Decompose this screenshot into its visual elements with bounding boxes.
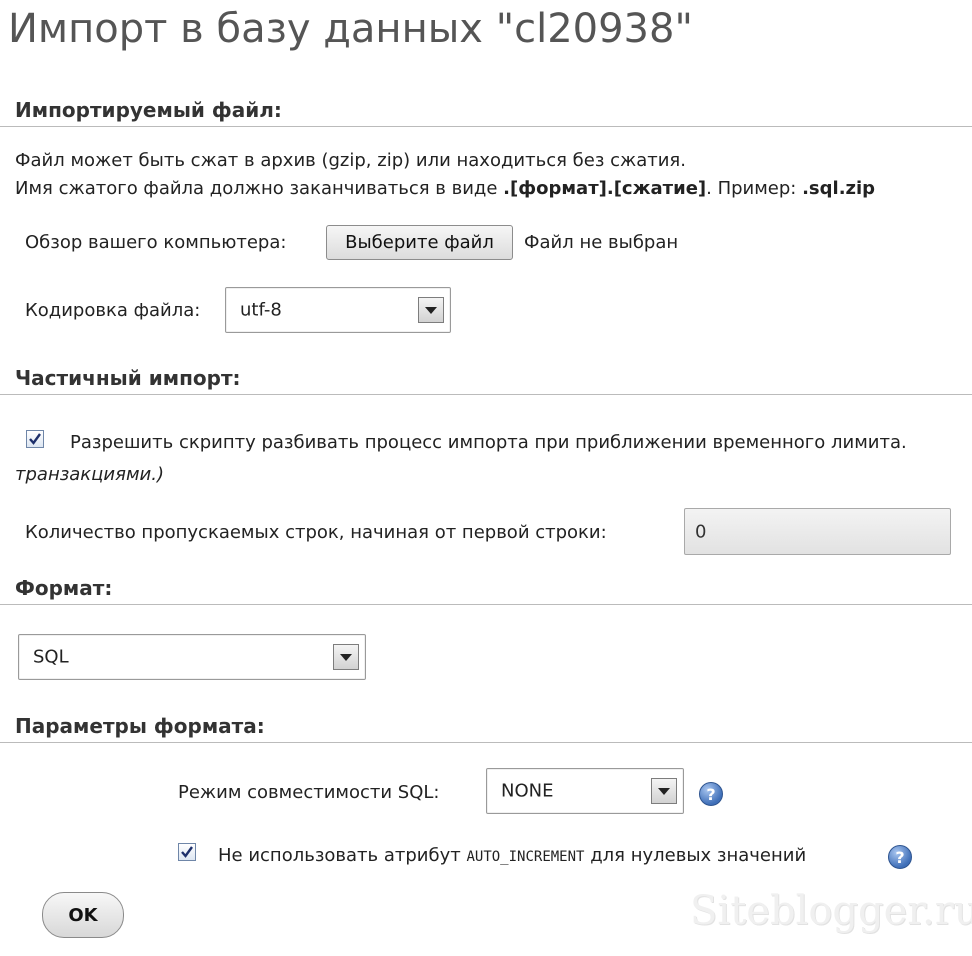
cut-off-text: транзакциями.)	[15, 464, 164, 485]
no-file-text: Файл не выбран	[524, 232, 679, 253]
compression-info-line1: Файл может быть сжат в архив (gzip, zip)…	[15, 150, 686, 171]
compression-info-line2: Имя сжатого файла должно заканчиваться в…	[15, 178, 875, 199]
page-title: Импорт в базу данных "cl20938"	[8, 6, 693, 52]
checkmark-icon	[181, 846, 193, 858]
help-icon[interactable]: ?	[699, 782, 723, 806]
format-value: SQL	[33, 646, 69, 668]
format-pattern: .[формат].[сжатие]	[503, 178, 707, 199]
encoding-label: Кодировка файла:	[25, 300, 201, 321]
info-text: Имя сжатого файла должно заканчиваться в…	[15, 178, 504, 199]
section-heading: Формат:	[15, 576, 113, 600]
section-heading: Частичный импорт:	[15, 366, 241, 390]
section-format: Формат:	[0, 572, 972, 605]
help-icon[interactable]: ?	[888, 845, 912, 869]
sql-compat-label: Режим совместимости SQL:	[178, 782, 440, 803]
section-format-options: Параметры формата:	[0, 710, 972, 743]
example-extension: .sql.zip	[802, 178, 876, 199]
no-auto-increment-checkbox[interactable]	[178, 843, 196, 861]
info-text: . Пример:	[706, 178, 803, 199]
chevron-down-icon	[418, 297, 444, 323]
label-text: для нулевых значений	[584, 845, 807, 866]
encoding-select[interactable]: utf-8	[225, 287, 451, 333]
encoding-value: utf-8	[240, 299, 282, 321]
label-text: Не использовать атрибут	[218, 845, 467, 866]
sql-compat-value: NONE	[501, 780, 554, 802]
allow-interrupt-checkbox[interactable]	[26, 430, 44, 448]
watermark: Siteblogger.ru	[690, 888, 972, 934]
chevron-down-icon	[333, 644, 359, 670]
checkmark-icon	[29, 433, 41, 445]
section-import-file: Импортируемый файл:	[0, 94, 972, 127]
chevron-down-icon	[651, 778, 677, 804]
section-partial-import: Частичный импорт:	[0, 362, 972, 395]
format-select[interactable]: SQL	[18, 634, 366, 680]
choose-file-button[interactable]: Выберите файл	[326, 225, 513, 260]
section-heading: Параметры формата:	[15, 714, 265, 738]
browse-label: Обзор вашего компьютера:	[25, 232, 287, 253]
allow-interrupt-label: Разрешить скрипту разбивать процесс импо…	[70, 432, 907, 453]
ok-button[interactable]: OK	[42, 892, 124, 938]
section-heading: Импортируемый файл:	[15, 98, 282, 122]
skip-rows-label: Количество пропускаемых строк, начиная о…	[25, 522, 607, 543]
skip-rows-value: 0	[695, 521, 707, 542]
skip-rows-input[interactable]: 0	[684, 508, 951, 555]
sql-compat-select[interactable]: NONE	[486, 768, 684, 814]
auto-increment-code: AUTO_INCREMENT	[466, 849, 585, 865]
no-auto-increment-label: Не использовать атрибут AUTO_INCREMENT д…	[218, 845, 806, 866]
